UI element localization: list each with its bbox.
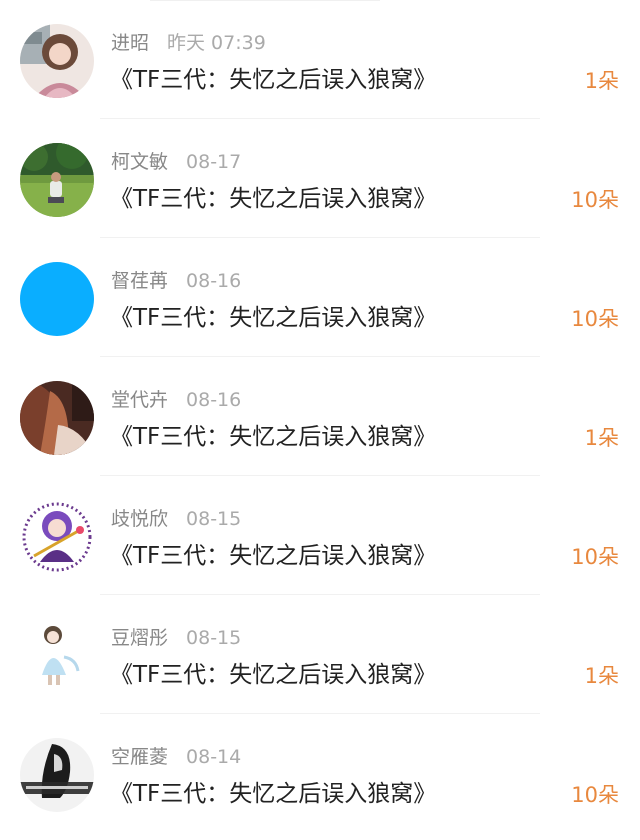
avatar[interactable] bbox=[20, 24, 94, 98]
list-item[interactable]: 豆熠彤 08-15 《TF三代：失忆之后误入狼窝》 1朵 bbox=[0, 595, 640, 714]
avatar[interactable] bbox=[20, 381, 94, 455]
username: 空雁菱 bbox=[111, 746, 169, 768]
list-item[interactable]: 堂代卉 08-16 《TF三代：失忆之后误入狼窝》 1朵 bbox=[0, 357, 640, 476]
username: 督荏苒 bbox=[111, 270, 169, 292]
gift-count: 10朵 bbox=[571, 307, 619, 331]
book-title[interactable]: 《TF三代：失忆之后误入狼窝》 bbox=[110, 302, 436, 334]
record-meta: 堂代卉 08-16 bbox=[111, 387, 241, 413]
gift-count: 1朵 bbox=[584, 69, 619, 93]
username: 进昭 bbox=[111, 32, 150, 54]
timestamp: 08-16 bbox=[186, 270, 242, 292]
avatar[interactable] bbox=[20, 262, 94, 336]
list-item[interactable]: 柯文敏 08-17 《TF三代：失忆之后误入狼窝》 10朵 bbox=[0, 119, 640, 238]
username: 歧悦欣 bbox=[111, 508, 169, 530]
list-item[interactable]: 督荏苒 08-16 《TF三代：失忆之后误入狼窝》 10朵 bbox=[0, 238, 640, 357]
record-meta: 督荏苒 08-16 bbox=[111, 268, 241, 294]
gift-count: 1朵 bbox=[584, 664, 619, 688]
gift-count: 10朵 bbox=[571, 188, 619, 212]
list-item[interactable]: 空雁菱 08-14 《TF三代：失忆之后误入狼窝》 10朵 bbox=[0, 714, 640, 833]
book-title[interactable]: 《TF三代：失忆之后误入狼窝》 bbox=[110, 659, 436, 691]
username: 柯文敏 bbox=[111, 151, 169, 173]
timestamp: 08-15 bbox=[186, 627, 242, 649]
record-meta: 进昭 昨天 07:39 bbox=[111, 30, 266, 56]
book-title[interactable]: 《TF三代：失忆之后误入狼窝》 bbox=[110, 421, 436, 453]
child-drawing-avatar-icon bbox=[20, 619, 94, 693]
record-meta: 歧悦欣 08-15 bbox=[111, 506, 241, 532]
avatar[interactable] bbox=[20, 619, 94, 693]
girl-photo-avatar-icon bbox=[20, 24, 94, 98]
timestamp: 08-17 bbox=[186, 151, 242, 173]
timestamp: 08-15 bbox=[186, 508, 242, 530]
list-item[interactable]: 进昭 昨天 07:39 《TF三代：失忆之后误入狼窝》 1朵 bbox=[0, 0, 640, 119]
timestamp: 昨天 07:39 bbox=[167, 32, 266, 54]
gift-count: 1朵 bbox=[584, 426, 619, 450]
gift-count: 10朵 bbox=[571, 545, 619, 569]
username: 豆熠彤 bbox=[111, 627, 169, 649]
book-title[interactable]: 《TF三代：失忆之后误入狼窝》 bbox=[110, 183, 436, 215]
bw-portrait-avatar-icon bbox=[20, 738, 94, 812]
record-meta: 柯文敏 08-17 bbox=[111, 149, 241, 175]
gift-count: 10朵 bbox=[571, 783, 619, 807]
record-meta: 空雁菱 08-14 bbox=[111, 744, 241, 770]
blue-circle-avatar-icon bbox=[20, 262, 94, 336]
timestamp: 08-14 bbox=[186, 746, 242, 768]
book-title[interactable]: 《TF三代：失忆之后误入狼窝》 bbox=[110, 778, 436, 810]
book-title[interactable]: 《TF三代：失忆之后误入狼窝》 bbox=[110, 540, 436, 572]
book-title[interactable]: 《TF三代：失忆之后误入狼窝》 bbox=[110, 64, 436, 96]
timestamp: 08-16 bbox=[186, 389, 242, 411]
list-item[interactable]: 歧悦欣 08-15 《TF三代：失忆之后误入狼窝》 10朵 bbox=[0, 476, 640, 595]
avatar[interactable] bbox=[20, 500, 94, 574]
longhair-photo-avatar-icon bbox=[20, 381, 94, 455]
username: 堂代卉 bbox=[111, 389, 169, 411]
avatar[interactable] bbox=[20, 738, 94, 812]
avatar[interactable] bbox=[20, 143, 94, 217]
anime-girl-avatar-icon bbox=[20, 500, 94, 574]
park-photo-avatar-icon bbox=[20, 143, 94, 217]
record-meta: 豆熠彤 08-15 bbox=[111, 625, 241, 651]
